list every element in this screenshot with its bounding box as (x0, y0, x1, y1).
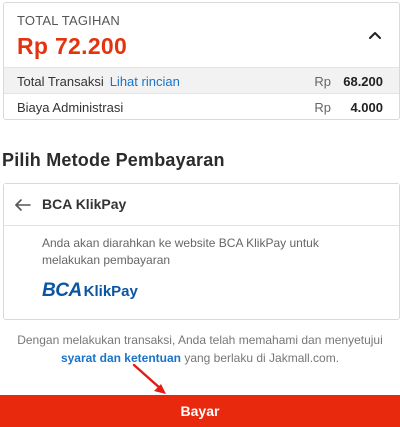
admin-fee-value: 4.000 (350, 100, 383, 115)
arrow-left-icon[interactable] (14, 196, 32, 214)
terms-notice-suffix: yang berlaku di Jakmall.com. (180, 351, 340, 365)
currency-label: Rp (314, 100, 331, 115)
total-transaction-row: Total Transaksi Lihat rincian Rp 68.200 (4, 67, 399, 94)
admin-fee-row: Biaya Administrasi Rp 4.000 (4, 94, 399, 119)
terms-notice: Dengan melakukan transaksi, Anda telah m… (0, 331, 400, 367)
total-transaction-label: Total Transaksi Lihat rincian (17, 74, 180, 89)
admin-fee-label: Biaya Administrasi (17, 100, 124, 115)
pay-button[interactable]: Bayar (0, 395, 400, 427)
total-bill-label: TOTAL TAGIHAN (17, 13, 121, 28)
payment-method-title: Pilih Metode Pembayaran (2, 150, 225, 170)
payment-method-card: BCA KlikPay Anda akan diarahkan ke websi… (3, 183, 400, 320)
payment-method-description: Anda akan diarahkan ke website BCA KlikP… (42, 236, 319, 267)
see-details-link[interactable]: Lihat rincian (110, 74, 180, 89)
currency-label: Rp (314, 74, 331, 89)
red-arrow-annotation-icon (132, 363, 166, 394)
total-bill-amount: Rp 72.200 (17, 33, 128, 59)
chevron-up-icon[interactable] (365, 25, 385, 45)
terms-link[interactable]: syarat dan ketentuan (61, 351, 181, 365)
bca-klikpay-logo: BCA KlikPay (42, 280, 138, 301)
payment-method-name: BCA KlikPay (42, 196, 127, 212)
bill-summary-card: TOTAL TAGIHAN Rp 72.200 Total Transaksi L… (3, 2, 400, 120)
bill-header[interactable]: TOTAL TAGIHAN Rp 72.200 (4, 3, 399, 67)
terms-notice-text: Dengan melakukan transaksi, Anda telah m… (17, 333, 383, 347)
total-transaction-value: 68.200 (343, 74, 383, 89)
payment-method-header[interactable]: BCA KlikPay (4, 184, 399, 226)
